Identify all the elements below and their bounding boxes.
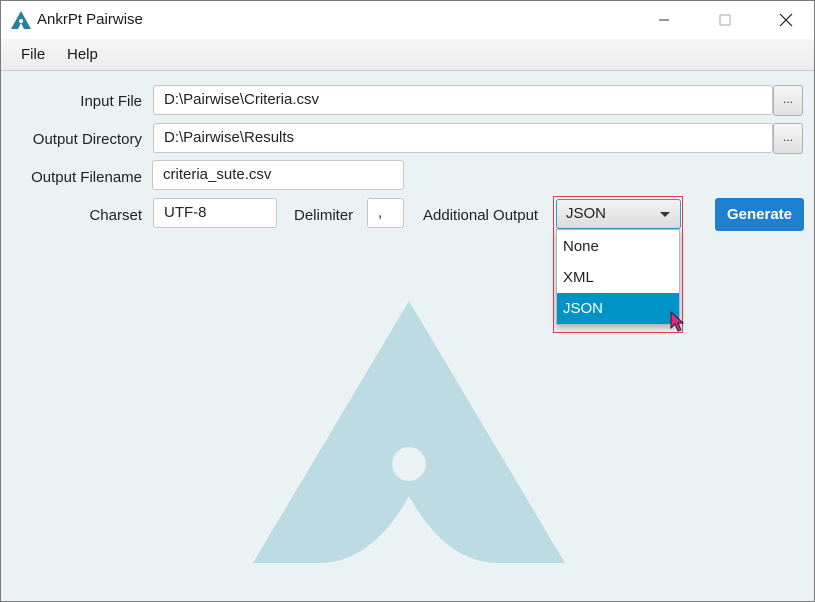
- minimize-icon: [659, 19, 669, 21]
- app-logo-icon: [11, 11, 31, 29]
- maximize-button[interactable]: [702, 1, 748, 39]
- additional-output-select[interactable]: JSON: [556, 199, 681, 229]
- delimiter-field[interactable]: ,: [367, 198, 404, 228]
- chevron-down-icon: [660, 212, 670, 217]
- main-content: Input File D:\Pairwise\Criteria.csv ... …: [1, 71, 814, 601]
- maximize-icon: [719, 14, 731, 26]
- input-file-field[interactable]: D:\Pairwise\Criteria.csv: [153, 85, 773, 115]
- delimiter-label: Delimiter: [294, 207, 354, 224]
- charset-field[interactable]: UTF-8: [153, 198, 277, 228]
- output-filename-label: Output Filename: [31, 169, 142, 186]
- minimize-button[interactable]: [641, 1, 687, 39]
- close-icon: [779, 13, 793, 27]
- watermark-logo-icon: [253, 301, 565, 563]
- menu-bar: File Help: [1, 39, 814, 71]
- window-title: AnkrPt Pairwise: [37, 11, 143, 28]
- additional-output-dropdown: None XML JSON: [556, 229, 680, 325]
- menu-help[interactable]: Help: [67, 46, 98, 63]
- charset-label: Charset: [89, 207, 142, 224]
- output-directory-browse-button[interactable]: ...: [773, 123, 803, 154]
- output-directory-label: Output Directory: [32, 131, 142, 148]
- app-window: AnkrPt Pairwise File Help Input File D:\…: [0, 0, 815, 602]
- close-button[interactable]: [763, 1, 809, 39]
- additional-output-label: Additional Output: [423, 207, 539, 224]
- dropdown-option-none[interactable]: None: [557, 231, 679, 262]
- title-bar: AnkrPt Pairwise: [1, 1, 814, 39]
- dropdown-option-json[interactable]: JSON: [557, 293, 679, 324]
- mouse-cursor-icon: [670, 311, 684, 332]
- generate-button[interactable]: Generate: [715, 198, 804, 231]
- output-filename-field[interactable]: criteria_sute.csv: [152, 160, 404, 190]
- input-file-browse-button[interactable]: ...: [773, 85, 803, 116]
- input-file-label: Input File: [80, 93, 142, 110]
- dropdown-option-xml[interactable]: XML: [557, 262, 679, 293]
- output-directory-field[interactable]: D:\Pairwise\Results: [153, 123, 773, 153]
- menu-file[interactable]: File: [21, 46, 45, 63]
- additional-output-selected-value: JSON: [566, 205, 607, 222]
